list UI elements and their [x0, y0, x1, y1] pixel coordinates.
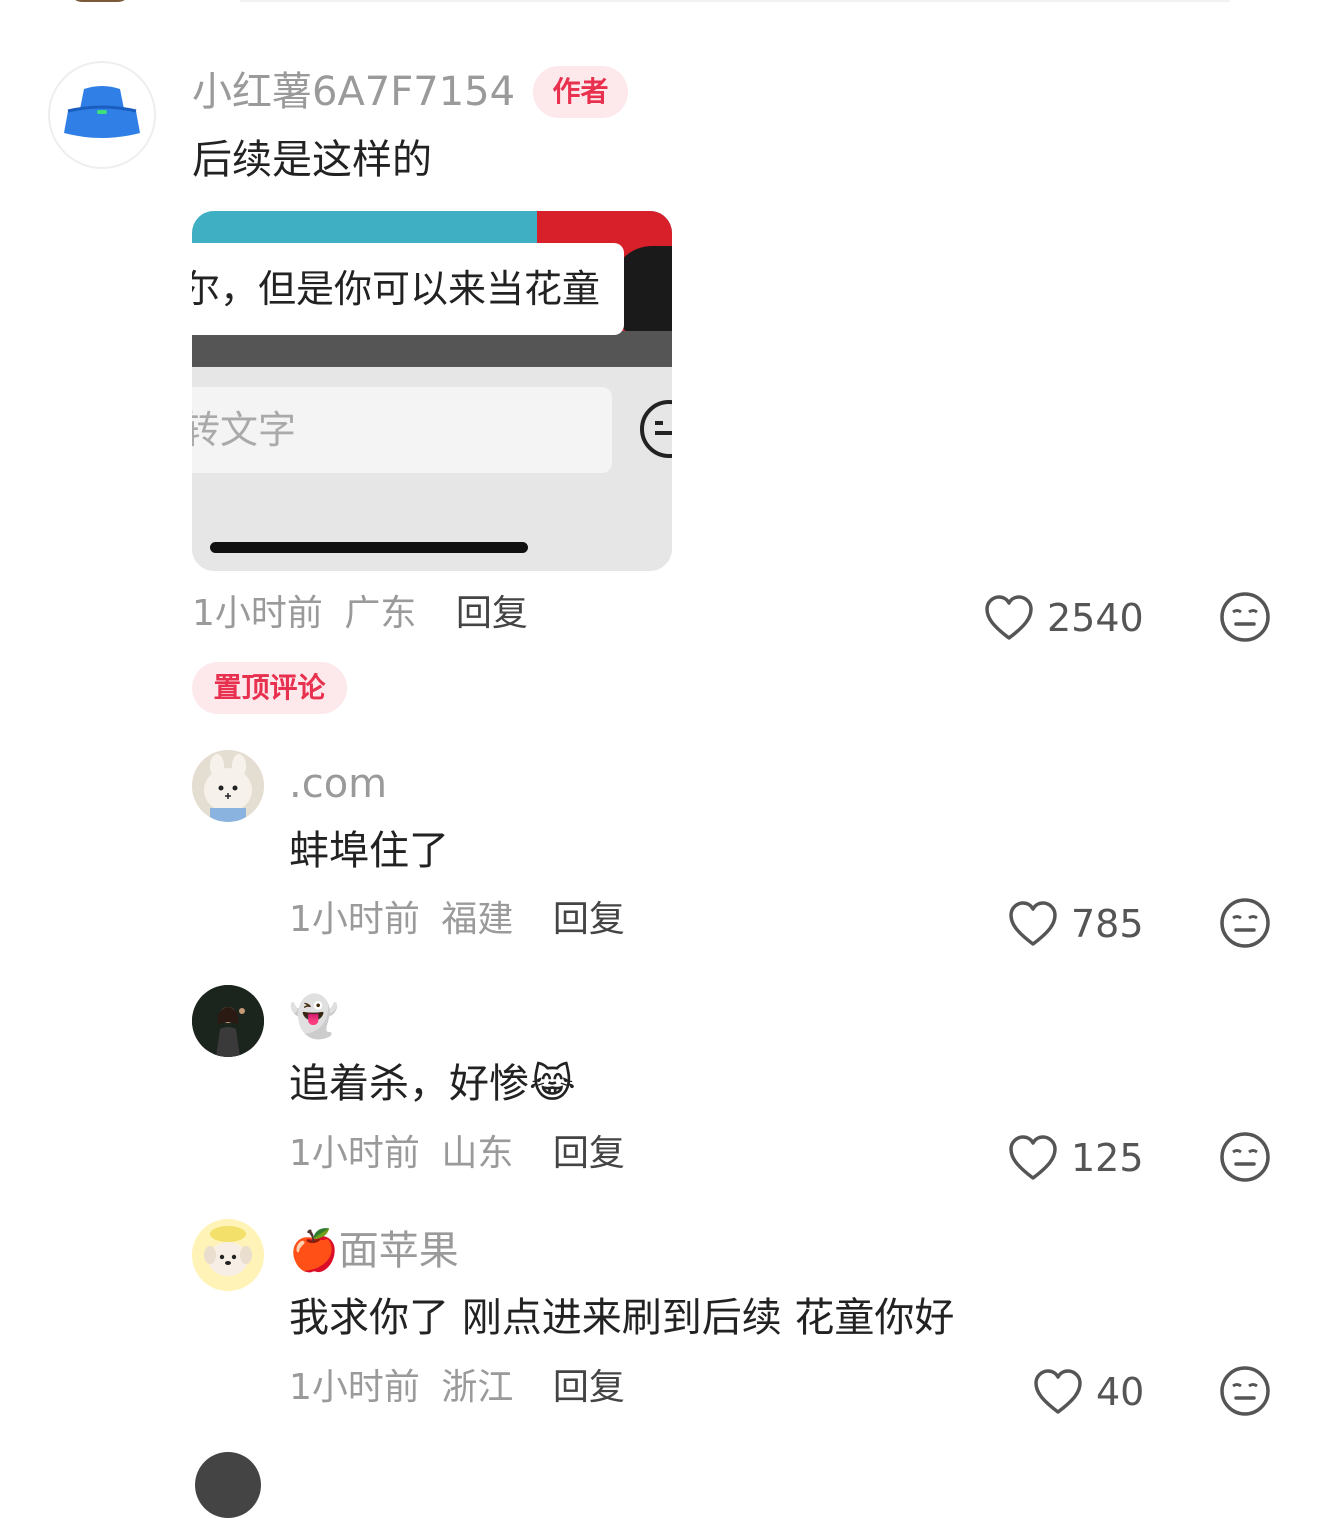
reply-like-count-3: 40 — [1096, 1370, 1145, 1414]
reply-text-3: 我求你了 刚点进来刷到后续 花童你好 — [289, 1295, 955, 1341]
reply-like-button-3[interactable]: 40 — [1032, 1368, 1144, 1416]
divider — [240, 0, 1230, 2]
reply-meta-2: 1小时前 山东 回复 — [289, 1132, 625, 1176]
person-photo-avatar — [192, 985, 264, 1057]
heart-outline-icon — [985, 595, 1033, 640]
reply-avatar-1[interactable] — [192, 750, 264, 822]
heart-outline-icon — [1009, 1135, 1057, 1180]
reply-location-3: 浙江 — [441, 1367, 514, 1408]
next-reply-avatar[interactable] — [195, 1452, 261, 1518]
reply-avatar-2[interactable] — [192, 985, 264, 1057]
comment-image[interactable]: 尔，但是你可以来当花童 转文字 — [192, 211, 672, 571]
author-name[interactable]: 小红薯6A7F7154 — [192, 68, 515, 116]
image-input-field: 转文字 — [192, 387, 612, 473]
reply-like-count-1: 785 — [1071, 902, 1144, 946]
reply-meta-3: 1小时前 浙江 回复 — [289, 1366, 625, 1410]
author-avatar[interactable] — [48, 61, 156, 169]
reply-name-3[interactable]: 🍎面苹果 — [289, 1227, 459, 1275]
reply-location-1: 福建 — [441, 899, 514, 940]
heart-outline-icon — [1034, 1369, 1082, 1414]
puppy-avatar — [192, 1219, 264, 1291]
reply-text-1: 蚌埠住了 — [289, 828, 449, 874]
reply-button-1[interactable]: 回复 — [553, 899, 625, 940]
author-location: 广东 — [344, 593, 417, 634]
reply-time-3: 1小时前 — [289, 1367, 420, 1408]
reply-avatar-3[interactable] — [192, 1219, 264, 1291]
author-like-count: 2540 — [1047, 596, 1144, 640]
author-time: 1小时前 — [192, 593, 323, 634]
reply-time-1: 1小时前 — [289, 899, 420, 940]
heart-outline-icon — [1009, 901, 1057, 946]
reply-meta-1: 1小时前 福建 回复 — [289, 898, 625, 942]
neutral-face-icon[interactable] — [1219, 1131, 1271, 1183]
author-comment-text: 后续是这样的 — [192, 137, 432, 183]
reply-text-2: 追着杀，好惨😹 — [289, 1061, 576, 1107]
emoji-icon — [640, 400, 672, 458]
plush-bunny-avatar — [192, 750, 264, 822]
neutral-face-icon[interactable] — [1219, 1365, 1271, 1417]
neutral-face-icon[interactable] — [1219, 591, 1271, 643]
author-badge: 作者 — [533, 66, 628, 118]
reply-time-2: 1小时前 — [289, 1133, 420, 1174]
author-meta: 1小时前 广东 回复 — [192, 592, 528, 636]
image-chat-bubble: 尔，但是你可以来当花童 — [192, 243, 624, 335]
home-indicator-bar — [210, 542, 528, 553]
reply-location-2: 山东 — [441, 1133, 514, 1174]
reply-like-button-1[interactable]: 785 — [1007, 900, 1144, 948]
reply-name-1[interactable]: .com — [289, 760, 387, 808]
reply-like-button-2[interactable]: 125 — [1007, 1134, 1144, 1182]
pinned-badge: 置顶评论 — [192, 662, 347, 714]
image-dark-band — [192, 331, 672, 367]
bucket-hat-icon — [64, 86, 140, 138]
author-reply-button[interactable]: 回复 — [456, 593, 528, 634]
reply-button-3[interactable]: 回复 — [553, 1367, 625, 1408]
reply-button-2[interactable]: 回复 — [553, 1133, 625, 1174]
neutral-face-icon[interactable] — [1219, 897, 1271, 949]
reply-name-2[interactable]: 👻 — [289, 993, 339, 1041]
author-like-button[interactable]: 2540 — [983, 594, 1144, 642]
reply-like-count-2: 125 — [1071, 1136, 1144, 1180]
previous-avatar-edge — [70, 0, 130, 2]
